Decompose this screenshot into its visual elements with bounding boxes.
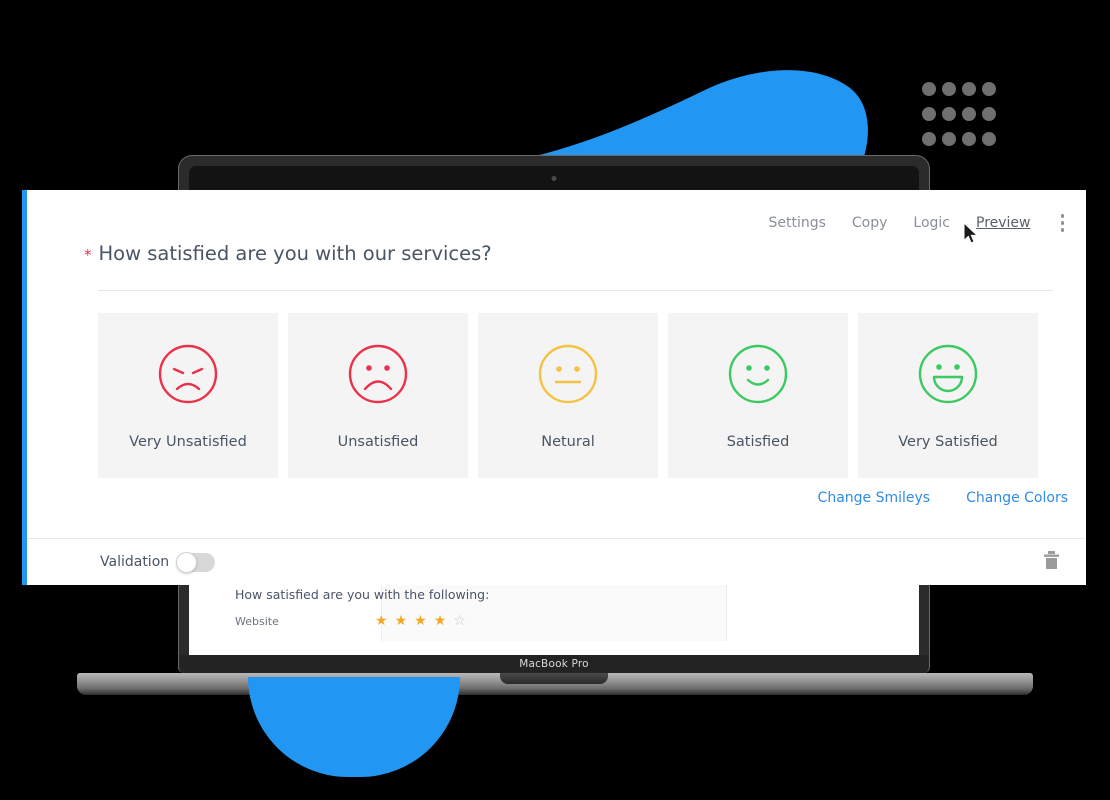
smiley-option-label: Netural [541,434,595,450]
face-neutral-icon [537,343,599,405]
face-very-sad-icon [157,343,219,405]
decorative-blue-blob-bottom [248,677,460,777]
grid-dot [962,107,976,121]
question-editor-card: Settings Copy Logic Preview * How satisf… [22,190,1086,585]
required-marker: * [84,246,92,264]
grid-dot [962,82,976,96]
change-colors-link[interactable]: Change Colors [966,490,1068,506]
card-toolbar: Settings Copy Logic Preview [768,212,1068,234]
smiley-option-very-unsatisfied[interactable]: Very Unsatisfied [98,313,278,478]
laptop-camera-icon [551,176,557,181]
validation-label: Validation [100,554,170,570]
grid-dot [922,82,936,96]
smiley-option-very-satisfied[interactable]: Very Satisfied [858,313,1038,478]
grid-dot [982,132,996,146]
card-footer: Validation [22,539,1086,585]
grid-dot [982,82,996,96]
grid-dot [942,82,956,96]
grid-dot [922,107,936,121]
more-vertical-icon[interactable] [1057,212,1069,234]
card-action-links: Change Smileys Change Colors [818,490,1068,506]
page-title: How satisfied are you with our services? [98,242,492,265]
smiley-option-satisfied[interactable]: Satisfied [668,313,848,478]
trash-icon[interactable] [1043,550,1060,574]
toolbar-item-preview[interactable]: Preview [976,215,1031,231]
laptop-base: MacBook Pro [77,655,1033,695]
preview-rating-row: Website ★ ★ ★ ★ ☆ [235,614,535,628]
laptop-brand-label: MacBook Pro [519,658,589,670]
smiley-option-label: Very Satisfied [898,434,998,450]
question-header: * How satisfied are you with our service… [84,242,492,265]
toolbar-item-logic[interactable]: Logic [913,215,950,231]
smiley-option-label: Unsatisfied [337,434,419,450]
grid-dot [962,132,976,146]
toggle-knob [176,551,197,573]
face-sad-icon [347,343,409,405]
star-filled-icon[interactable]: ★ [434,614,447,628]
star-filled-icon[interactable]: ★ [395,614,408,628]
smiley-option-unsatisfied[interactable]: Unsatisfied [288,313,468,478]
toolbar-item-settings[interactable]: Settings [768,215,825,231]
preview-star-rating[interactable]: ★ ★ ★ ★ ☆ [375,614,466,628]
smiley-option-label: Very Unsatisfied [129,434,247,450]
grid-dot [942,132,956,146]
decorative-blue-blob-top [455,68,870,168]
star-empty-icon[interactable]: ☆ [453,614,466,628]
card-accent-stripe [22,190,27,585]
grid-dot [922,132,936,146]
decorative-dot-grid [922,82,1002,157]
grid-dot [942,107,956,121]
change-smileys-link[interactable]: Change Smileys [818,490,931,506]
star-filled-icon[interactable]: ★ [375,614,388,628]
toolbar-item-copy[interactable]: Copy [852,215,888,231]
grid-dot [982,107,996,121]
laptop-notch [500,673,608,684]
smiley-options-list: Very Unsatisfied Unsatisfied Netural Sat… [98,313,1038,478]
validation-toggle[interactable] [176,551,215,573]
star-filled-icon[interactable]: ★ [414,614,427,628]
preview-rating-label: Website [235,614,279,628]
smiley-option-label: Satisfied [726,434,790,450]
question-divider [98,290,1053,291]
face-happy-icon [727,343,789,405]
screenshot-root: How satisfied are you with the following… [0,0,1110,800]
preview-question-text: How satisfied are you with the following… [235,587,490,602]
smiley-option-netural[interactable]: Netural [478,313,658,478]
face-very-happy-icon [917,343,979,405]
